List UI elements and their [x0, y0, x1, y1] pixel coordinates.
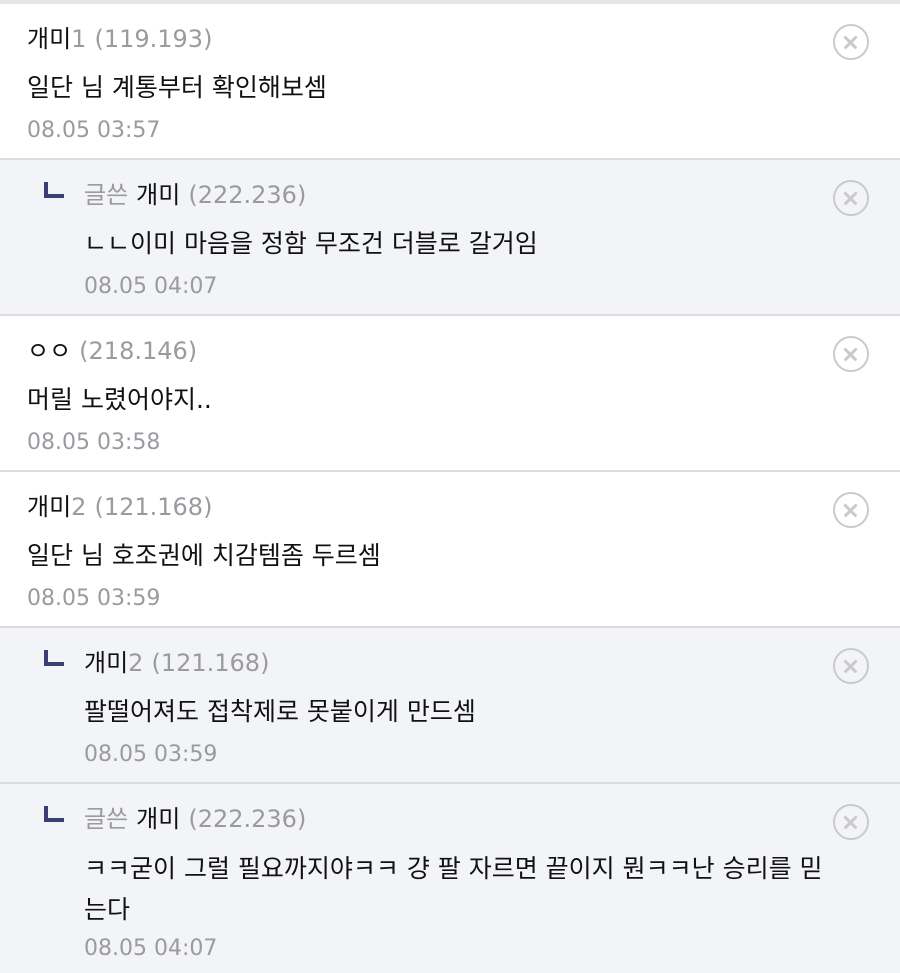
comment-nickname[interactable]: 개미 [136, 181, 180, 209]
reply-item: 글쓴 개미 (222.236) ㄴㄴ이미 마음을 정함 무조건 더블로 갈거임 08… [0, 160, 900, 316]
reply-arrow-icon [44, 650, 64, 666]
comment-nickname[interactable]: ㅇㅇ [27, 337, 71, 365]
comment-nickname-number: 2 [128, 649, 144, 677]
comment-meta: 글쓴 개미 (222.236) [84, 804, 830, 834]
comment-meta: 개미2 (121.168) [84, 648, 830, 678]
comment-meta: ㅇㅇ (218.146) [27, 336, 830, 366]
comment-text: 일단 님 계통부터 확인해보셈 [27, 73, 327, 102]
comment-item: 개미1 (119.193) 일단 님 계통부터 확인해보셈 08.05 03:57 [0, 4, 900, 160]
reply-arrow-icon [44, 806, 64, 822]
comment-ip: (222.236) [188, 181, 307, 209]
comment-date: 08.05 03:59 [84, 742, 218, 767]
comment-ip: (218.146) [79, 337, 198, 365]
comment-meta: 개미2 (121.168) [27, 492, 830, 522]
comment-date: 08.05 04:07 [84, 274, 218, 299]
comment-text: 머릴 노렸어야지.. [27, 385, 212, 414]
close-circle-icon[interactable] [833, 24, 869, 60]
op-badge: 글쓴 [84, 805, 129, 833]
comment-date: 08.05 03:58 [27, 430, 161, 455]
comment-text: ㄴㄴ이미 마음을 정함 무조건 더블로 갈거임 [84, 229, 538, 258]
comment-ip: (222.236) [188, 805, 307, 833]
comment-nickname[interactable]: 개미 [27, 25, 71, 53]
comment-text: 일단 님 호조권에 치감템좀 두르셈 [27, 541, 381, 570]
close-circle-icon[interactable] [833, 492, 869, 528]
comment-text: 팔떨어져도 접착제로 못붙이게 만드셈 [84, 697, 476, 726]
comment-ip: (121.168) [151, 649, 270, 677]
close-circle-icon[interactable] [833, 336, 869, 372]
close-circle-icon[interactable] [833, 804, 869, 840]
reply-item: 개미2 (121.168) 팔떨어져도 접착제로 못붙이게 만드셈 08.05 0… [0, 628, 900, 784]
comment-date: 08.05 03:59 [27, 586, 161, 611]
close-circle-icon[interactable] [833, 648, 869, 684]
close-circle-icon[interactable] [833, 180, 869, 216]
comment-item: ㅇㅇ (218.146) 머릴 노렸어야지.. 08.05 03:58 [0, 316, 900, 472]
comment-text: ㅋㅋ굳이 그럴 필요까지야ㅋㅋ 걍 팔 자르면 끝이지 뭔ㅋㅋ난 승리를 믿는다 [84, 854, 823, 924]
comment-nickname[interactable]: 개미 [84, 649, 128, 677]
comment-date: 08.05 04:07 [84, 936, 218, 961]
reply-item: 글쓴 개미 (222.236) ㅋㅋ굳이 그럴 필요까지야ㅋㅋ 걍 팔 자르면 끝이… [0, 784, 900, 973]
comment-nickname[interactable]: 개미 [136, 805, 180, 833]
comment-item: 개미2 (121.168) 일단 님 호조권에 치감템좀 두르셈 08.05 03… [0, 472, 900, 628]
comment-meta: 글쓴 개미 (222.236) [84, 180, 830, 210]
comment-date: 08.05 03:57 [27, 118, 161, 143]
reply-arrow-icon [44, 182, 64, 198]
comment-ip: (119.193) [94, 25, 213, 53]
comment-nickname-number: 2 [71, 493, 87, 521]
comment-ip: (121.168) [94, 493, 213, 521]
comment-meta: 개미1 (119.193) [27, 24, 830, 54]
comment-nickname-number: 1 [71, 25, 87, 53]
comment-nickname[interactable]: 개미 [27, 493, 71, 521]
op-badge: 글쓴 [84, 181, 129, 209]
